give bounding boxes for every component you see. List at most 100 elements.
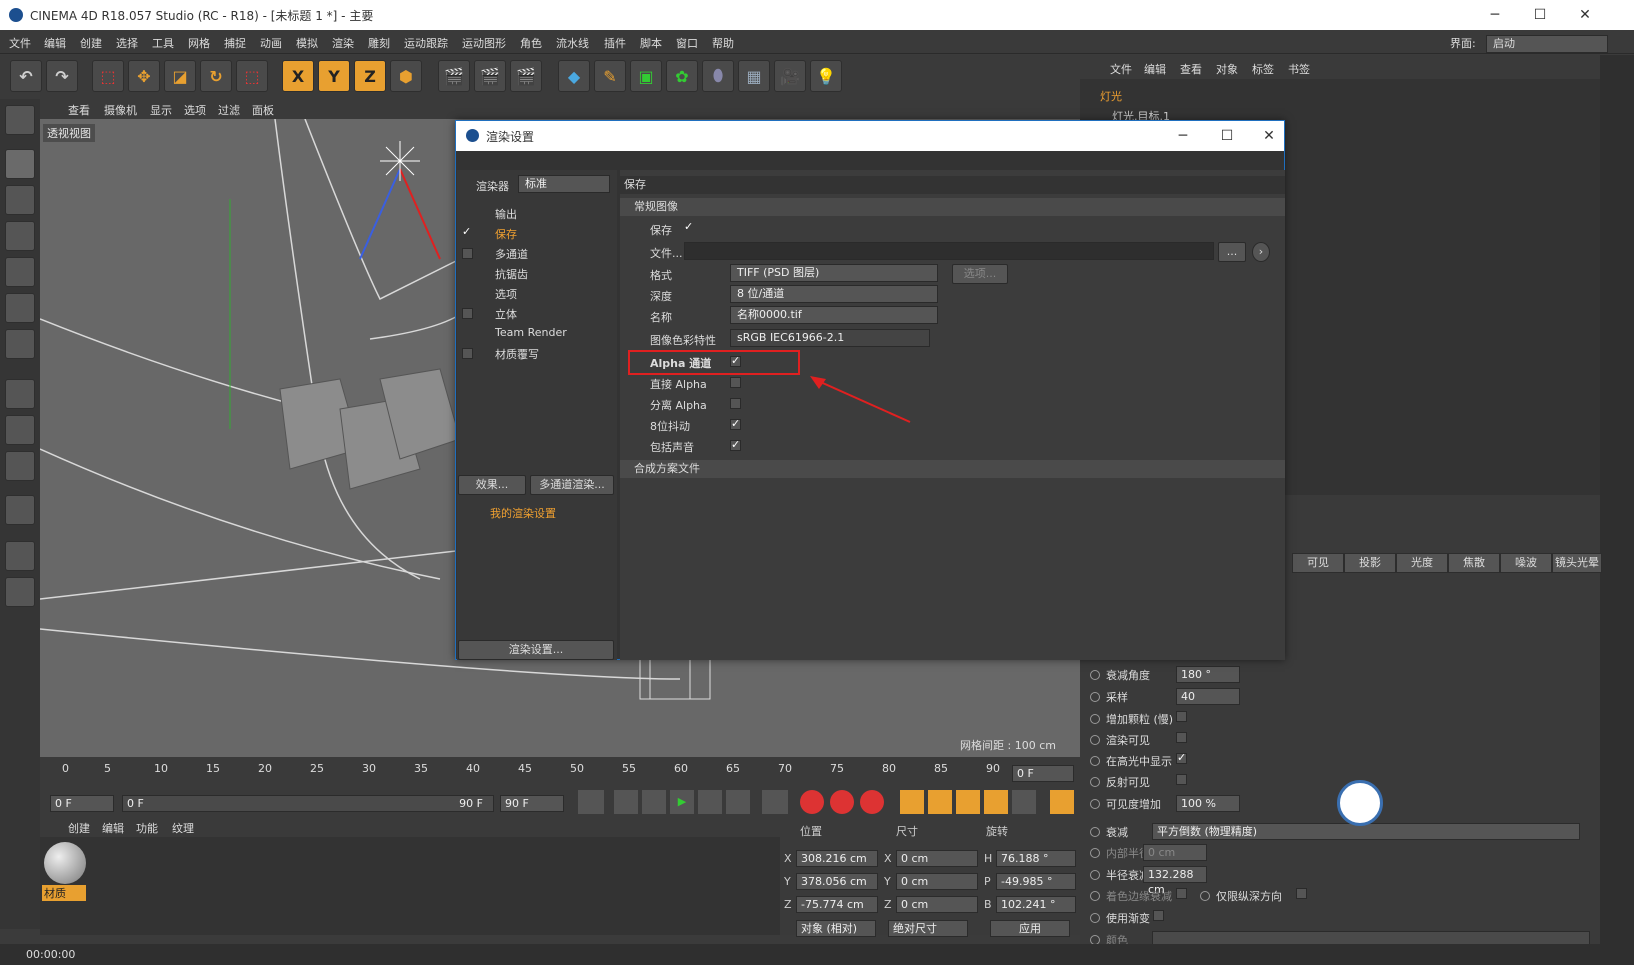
add-grain-checkbox[interactable] xyxy=(1176,711,1187,722)
cloner-icon[interactable]: ✿ xyxy=(666,60,698,92)
radius-decay-field[interactable]: 132.288 cm xyxy=(1143,866,1207,896)
multipass-checkbox[interactable] xyxy=(462,248,473,259)
menu-script[interactable]: 脚本 xyxy=(640,35,662,51)
z-direction-only-checkbox[interactable] xyxy=(1296,888,1307,899)
tab-visibility[interactable]: 可见 xyxy=(1292,553,1344,573)
menu-create[interactable]: 创建 xyxy=(80,35,102,51)
dialog-minimize-icon[interactable]: ─ xyxy=(1168,125,1198,147)
falloff-select[interactable]: 平方倒数 (物理精度) xyxy=(1152,823,1580,840)
mat-menu-function[interactable]: 功能 xyxy=(136,820,158,836)
save-checkbox[interactable] xyxy=(684,220,695,234)
visibility-multiplier-field[interactable]: 100 % xyxy=(1176,795,1240,812)
dialog-item-multipass[interactable]: 多通道 xyxy=(495,246,528,262)
tab-caustics[interactable]: 焦散 xyxy=(1448,553,1500,573)
start-frame-field[interactable]: 0 F xyxy=(50,795,114,812)
x-axis-button[interactable]: X xyxy=(282,60,314,92)
tab-noise[interactable]: 噪波 xyxy=(1500,553,1552,573)
z-axis-button[interactable]: Z xyxy=(354,60,386,92)
key-position-icon[interactable] xyxy=(900,790,924,814)
dialog-item-stereoscopic[interactable]: 立体 xyxy=(495,306,517,322)
rotation-b-field[interactable]: 102.241 ° xyxy=(996,896,1076,913)
texture-mode-icon[interactable] xyxy=(5,185,35,215)
renderer-select[interactable]: 标准 xyxy=(518,175,610,193)
material-override-checkbox[interactable] xyxy=(462,348,473,359)
menu-pipeline[interactable]: 流水线 xyxy=(556,35,589,51)
file-path-field[interactable] xyxy=(684,242,1214,260)
menu-sculpt[interactable]: 雕刻 xyxy=(368,35,390,51)
menu-help[interactable]: 帮助 xyxy=(712,35,734,51)
dialog-maximize-icon[interactable]: ☐ xyxy=(1212,125,1242,147)
timeline-ruler[interactable] xyxy=(40,757,1080,787)
samples-field[interactable]: 40 xyxy=(1176,688,1240,705)
obj-menu-bookmarks[interactable]: 书签 xyxy=(1288,61,1310,77)
subsection-regular-image[interactable]: 常规图像 xyxy=(620,198,1285,216)
auto-key-icon[interactable] xyxy=(830,790,854,814)
dialog-close-icon[interactable]: ✕ xyxy=(1254,125,1284,147)
render-preset-item[interactable]: 我的渲染设置 xyxy=(490,505,556,521)
workplane-mode-icon[interactable] xyxy=(5,221,35,251)
solo-icon[interactable] xyxy=(5,451,35,481)
dialog-item-material-override[interactable]: 材质覆写 xyxy=(495,346,539,362)
tab-lens-effects[interactable]: 镜头光晕 xyxy=(1552,553,1602,573)
viewport-menu-display[interactable]: 显示 xyxy=(150,102,172,118)
reflection-visible-checkbox[interactable] xyxy=(1176,774,1187,785)
key-pla-icon[interactable] xyxy=(1012,790,1036,814)
use-gradient-checkbox[interactable] xyxy=(1153,910,1164,921)
file-arrow-icon[interactable]: › xyxy=(1252,242,1270,262)
live-selection-icon[interactable]: ⬚ xyxy=(92,60,124,92)
dialog-item-team-render[interactable]: Team Render xyxy=(495,326,567,339)
render-view-icon[interactable]: 🎬 xyxy=(438,60,470,92)
menu-character[interactable]: 角色 xyxy=(520,35,542,51)
close-icon[interactable]: ✕ xyxy=(1570,4,1600,26)
workplane-icon[interactable] xyxy=(5,541,35,571)
viewport-menu-panel[interactable]: 面板 xyxy=(252,102,274,118)
polygons-mode-icon[interactable] xyxy=(5,329,35,359)
key-parameter-icon[interactable] xyxy=(984,790,1008,814)
layout-select[interactable]: 启动 xyxy=(1486,35,1608,53)
scale-icon[interactable]: ◪ xyxy=(164,60,196,92)
dialog-item-output[interactable]: 输出 xyxy=(495,206,517,222)
pen-icon[interactable]: ✎ xyxy=(594,60,626,92)
render-picture-viewer-icon[interactable]: 🎬 xyxy=(474,60,506,92)
mat-menu-create[interactable]: 创建 xyxy=(68,820,90,836)
dialog-item-options[interactable]: 选项 xyxy=(495,286,517,302)
menu-mograph[interactable]: 运动图形 xyxy=(462,35,506,51)
obj-menu-tags[interactable]: 标签 xyxy=(1252,61,1274,77)
next-frame-icon[interactable] xyxy=(698,790,722,814)
inner-radius-field[interactable]: 0 cm xyxy=(1143,844,1207,861)
move-icon[interactable]: ✥ xyxy=(128,60,160,92)
tweak-mode-icon[interactable] xyxy=(5,415,35,445)
next-key-icon[interactable] xyxy=(726,790,750,814)
menu-motion-tracking[interactable]: 运动跟踪 xyxy=(404,35,448,51)
subsection-compositing-file[interactable]: 合成方案文件 xyxy=(620,460,1285,478)
go-to-start-icon[interactable] xyxy=(578,790,604,814)
menu-animate[interactable]: 动画 xyxy=(260,35,282,51)
timeline-icon[interactable] xyxy=(1050,790,1074,814)
apply-button[interactable]: 应用 xyxy=(990,920,1070,937)
menu-snap[interactable]: 捕捉 xyxy=(224,35,246,51)
size-z-field[interactable]: 0 cm xyxy=(896,896,978,913)
light-icon[interactable]: 💡 xyxy=(810,60,842,92)
mat-menu-texture[interactable]: 纹理 xyxy=(172,820,194,836)
prev-key-icon[interactable] xyxy=(614,790,638,814)
object-item-light[interactable]: 灯光 xyxy=(1100,88,1122,104)
menu-plugins[interactable]: 插件 xyxy=(604,35,626,51)
coordinate-mode-select[interactable]: 对象 (相对) xyxy=(796,920,876,937)
file-browse-button[interactable]: ... xyxy=(1218,242,1246,262)
rotate-icon[interactable]: ↻ xyxy=(200,60,232,92)
menu-select[interactable]: 选择 xyxy=(116,35,138,51)
shaded-edge-checkbox[interactable] xyxy=(1176,888,1187,899)
menu-file[interactable]: 文件 xyxy=(9,35,31,51)
obj-menu-edit[interactable]: 编辑 xyxy=(1144,61,1166,77)
viewport-menu-cameras[interactable]: 摄像机 xyxy=(104,102,137,118)
maximize-icon[interactable]: ☐ xyxy=(1525,4,1555,26)
separate-alpha-checkbox[interactable] xyxy=(730,398,741,409)
render-visible-checkbox[interactable] xyxy=(1176,732,1187,743)
y-axis-button[interactable]: Y xyxy=(318,60,350,92)
subdivision-icon[interactable]: ▣ xyxy=(630,60,662,92)
edit-render-settings-icon[interactable]: 🎬 xyxy=(510,60,542,92)
falloff-angle-field[interactable]: 180 ° xyxy=(1176,666,1240,683)
stereoscopic-checkbox[interactable] xyxy=(462,308,473,319)
dialog-item-save[interactable]: 保存 xyxy=(495,226,517,242)
render-settings-button[interactable]: 渲染设置... xyxy=(458,640,614,660)
